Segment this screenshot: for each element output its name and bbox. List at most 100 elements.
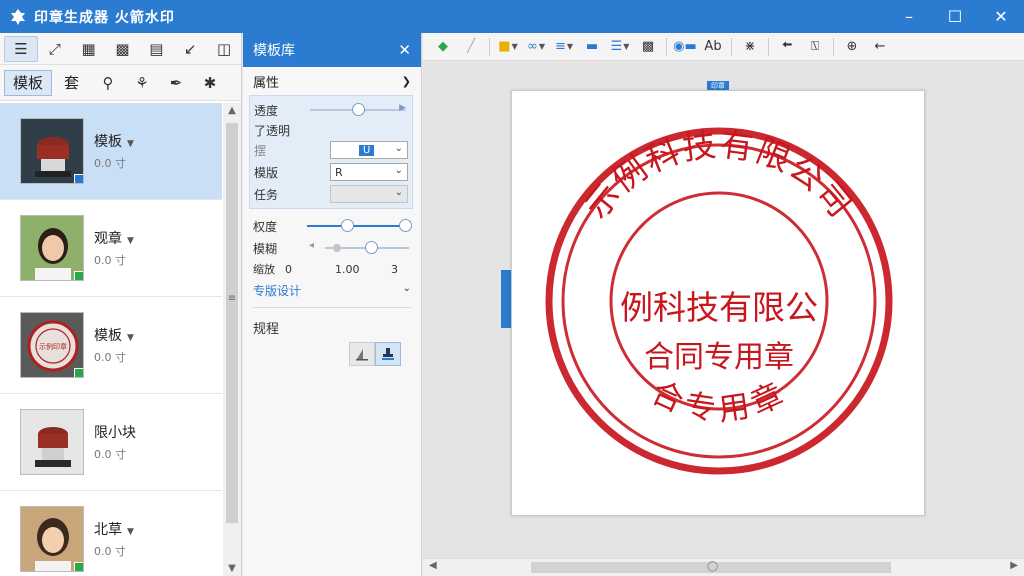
chevron-down-icon[interactable]: ▼ <box>127 333 134 343</box>
scale-mid: 1.00 <box>335 262 360 276</box>
scale-min: 0 <box>285 262 292 276</box>
list-icon[interactable]: ☰ ▼ <box>606 36 634 58</box>
document-icon[interactable]: ▤ <box>139 36 173 62</box>
chevron-down-icon[interactable]: ▼ <box>127 236 134 246</box>
back-icon[interactable]: 🠨 <box>773 36 801 58</box>
text-style-icon[interactable]: Ab <box>699 36 727 58</box>
level-label: 模版 <box>254 165 279 180</box>
company-seal[interactable]: 示例科技有限公司 例科技有限公 合同专用章 合专用章 <box>540 121 898 483</box>
chevron-down-icon: ⌄ <box>394 143 403 154</box>
scroll-left-icon[interactable]: ◀ <box>429 560 437 571</box>
template-library-panel: 模板库 ✕ 属性 ❯ 透度 ▶ 了透明 摆 U ⌄ 模版 R ⌄ 任务 ⌄ 权度… <box>243 33 422 576</box>
app-logo-icon <box>6 5 30 29</box>
stamp-device-icon <box>21 410 83 474</box>
chevron-down-icon[interactable]: ⌄ <box>403 283 411 294</box>
list-item[interactable]: 北草 ▼ 0.0 寸 <box>0 491 222 576</box>
search-icon[interactable]: ⚲ <box>91 70 125 96</box>
calendar-icon[interactable]: ▩ <box>106 36 140 62</box>
list-item[interactable]: 示例印章 模板 ▼ 0.0 寸 <box>0 297 222 394</box>
app-title: 印章生成器 火箭水印 <box>34 9 175 26</box>
tab-templates[interactable]: 模板 <box>4 69 53 96</box>
fill-color-icon[interactable]: ◆ <box>429 36 457 58</box>
template-thumbnail <box>20 506 84 572</box>
size-select[interactable]: U ⌄ <box>330 141 408 159</box>
properties-header[interactable]: 属性 ❯ <box>243 67 421 95</box>
title-bar: 印章生成器 火箭水印 – ☐ ✕ <box>0 0 1024 33</box>
minimize-button[interactable]: – <box>886 0 932 33</box>
chevron-right-icon[interactable]: ❯ <box>402 75 411 88</box>
close-icon[interactable]: ✕ <box>398 41 411 59</box>
template-sidebar: ☰ ⤢ ▦ ▩ ▤ ↙ ◫ 模板 套 ⚲ ⚘ ✒ ✱ 模板 ▼ 0.0 寸 观章… <box>0 33 242 576</box>
texture-icon[interactable]: ✱ <box>193 70 227 96</box>
panel-header: 模板库 ✕ <box>243 33 421 67</box>
expand-icon[interactable]: ⤢ <box>38 36 72 62</box>
eyedropper-icon[interactable]: ✒ <box>159 70 193 96</box>
line-icon[interactable]: ▬ <box>578 36 606 58</box>
status-badge <box>74 562 83 571</box>
canvas-scrollbar[interactable]: ◀ ◯ ▶ <box>423 558 1024 576</box>
seal-center-line1: 例科技有限公 <box>620 288 818 327</box>
left-ruler-marker[interactable] <box>501 270 511 328</box>
level-select[interactable]: R ⌄ <box>330 163 408 181</box>
scrollbar-thumb[interactable] <box>226 123 238 523</box>
filter-icon[interactable]: ⚘ <box>125 70 159 96</box>
mirror-icon[interactable]: ⍂ <box>801 36 829 58</box>
list-item[interactable]: 模板 ▼ 0.0 寸 <box>0 103 222 200</box>
density-slider-handle-low[interactable] <box>341 219 354 232</box>
chevron-down-icon[interactable]: ▼ <box>127 527 134 537</box>
list-scrollbar[interactable]: ▲ ≡ ▼ <box>223 103 241 576</box>
pattern-icon[interactable]: ▩ <box>634 36 662 58</box>
arrange-icon[interactable]: ◫ <box>207 36 241 62</box>
maximize-button[interactable]: ☐ <box>932 0 978 33</box>
arrow-left-icon[interactable]: ← <box>866 36 894 58</box>
item-name: 观章 <box>94 231 122 247</box>
opacity-slider-handle[interactable] <box>352 103 365 116</box>
density-slider-track[interactable] <box>307 225 405 227</box>
align-icon[interactable] <box>349 342 375 366</box>
pen-icon[interactable]: ╱ <box>457 36 485 58</box>
shape-color-icon[interactable]: ■ ▼ <box>494 36 522 58</box>
task-select[interactable]: ⌄ <box>330 185 408 203</box>
status-badge <box>74 174 83 183</box>
density-slider-handle-high[interactable] <box>399 219 413 232</box>
seal-bottom-text: 合专用章 <box>646 374 794 428</box>
opacity-sub-label: 了透明 <box>254 123 291 138</box>
item-size: 0.0 寸 <box>94 157 126 170</box>
chevron-down-icon: ⌄ <box>394 165 403 176</box>
template-thumbnail: 示例印章 <box>20 312 84 378</box>
close-button[interactable]: ✕ <box>978 0 1024 33</box>
item-size: 0.0 寸 <box>94 254 126 267</box>
design-canvas[interactable]: 印章 示例科技有限公司 例科技有限公 合同专用章 合专用章 <box>423 62 1024 558</box>
item-size: 0.0 寸 <box>94 448 126 461</box>
canvas-toolbar: ◆ ╱ ■ ▼ ∞ ▼ ≡ ▼ ▬ ☰ ▼ ▩ ◉▬ Ab ⋇ 🠨 ⍂ ⊕ ← <box>423 33 1024 61</box>
stamp-paper[interactable]: 示例科技有限公司 例科技有限公 合同专用章 合专用章 <box>511 90 925 516</box>
stamp-tool-icon[interactable] <box>375 342 401 366</box>
chevron-down-icon[interactable]: ▼ <box>127 139 134 149</box>
link-icon[interactable]: ∞ ▼ <box>522 36 550 58</box>
scroll-down-icon[interactable]: ▼ <box>223 563 241 574</box>
blur-slider-handle[interactable] <box>365 241 379 254</box>
collapse-icon[interactable]: ↙ <box>173 36 207 62</box>
item-size: 0.0 寸 <box>94 545 126 558</box>
advanced-design-link[interactable]: 专版设计 <box>253 282 301 299</box>
properties-label: 属性 <box>253 75 280 91</box>
toggle-icon[interactable]: ◉▬ <box>671 36 699 58</box>
item-size: 0.0 寸 <box>94 351 126 364</box>
template-thumbnail <box>20 215 84 281</box>
list-item[interactable]: 观章 ▼ 0.0 寸 <box>0 200 222 297</box>
split-icon[interactable]: ⋇ <box>736 36 764 58</box>
scroll-right-icon[interactable]: ▶ <box>1010 560 1018 571</box>
scroll-grip-icon: ◯ <box>707 561 719 572</box>
scroll-grip-icon: ≡ <box>227 293 237 304</box>
window-controls: – ☐ ✕ <box>886 0 1024 33</box>
scale-max: 3 <box>391 262 398 276</box>
tab-sets[interactable]: 套 <box>56 70 87 96</box>
target-icon[interactable]: ⊕ <box>838 36 866 58</box>
adjust-icon[interactable]: ☰ <box>4 35 38 62</box>
list-item[interactable]: 限小块 0.0 寸 <box>0 394 222 491</box>
item-name: 模板 <box>94 134 122 150</box>
blur-dot <box>333 244 341 252</box>
scroll-up-icon[interactable]: ▲ <box>223 105 241 116</box>
grid-icon[interactable]: ▦ <box>72 36 106 62</box>
align-center-icon[interactable]: ≡ ▼ <box>550 36 578 58</box>
